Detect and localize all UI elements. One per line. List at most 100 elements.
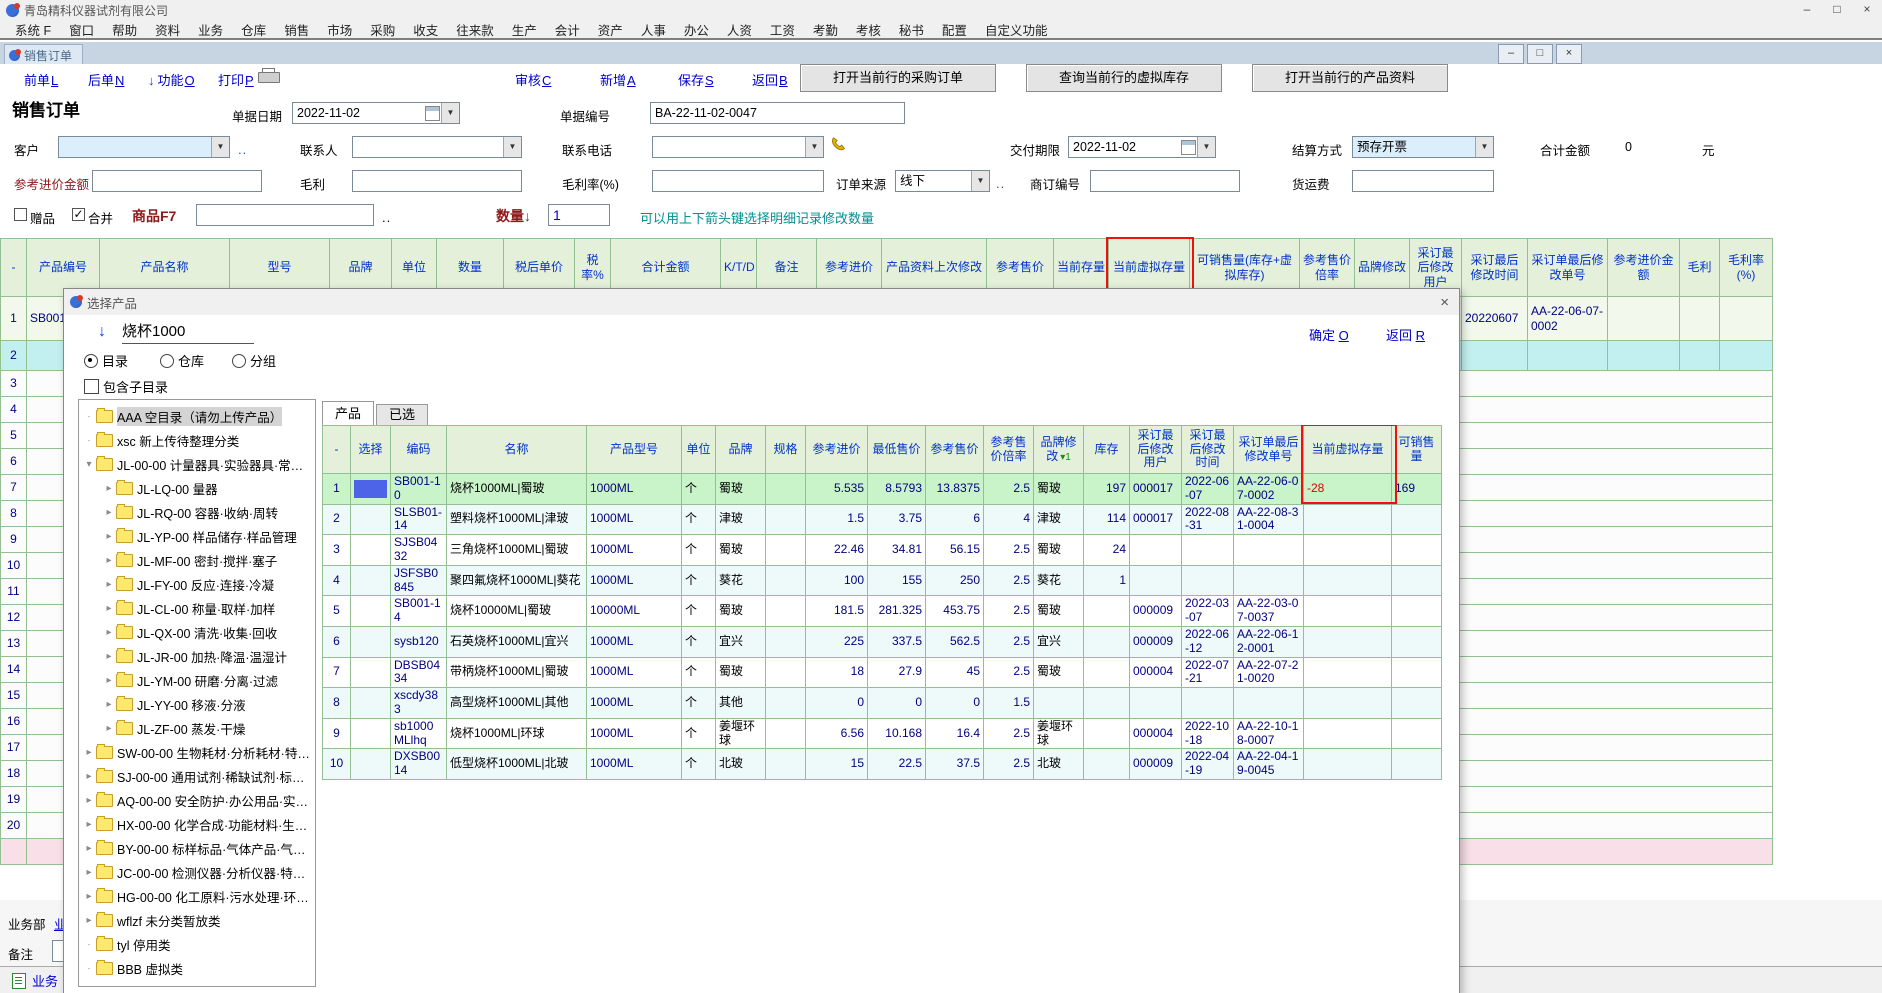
- main-cell[interactable]: [1608, 341, 1680, 371]
- dialog-cell[interactable]: [1182, 535, 1234, 566]
- dialog-cell[interactable]: 1000ML: [587, 688, 682, 719]
- dialog-cell[interactable]: 石英烧杯1000ML|宜兴: [447, 626, 587, 657]
- menu-item[interactable]: 自定义功能: [976, 20, 1057, 39]
- dialog-column-header[interactable]: 品牌修改▾1: [1034, 426, 1084, 474]
- dialog-cell[interactable]: 1000ML: [587, 657, 682, 688]
- expander-icon[interactable]: ▸: [103, 627, 115, 638]
- dialog-cell[interactable]: 2.5: [984, 626, 1034, 657]
- dialog-cell[interactable]: 1000ML: [587, 749, 682, 780]
- dialog-cell[interactable]: 低型烧杯1000ML|北玻: [447, 749, 587, 780]
- tree-item[interactable]: ▸JL-YP-00 样品储存·样品管理: [79, 524, 315, 548]
- dialog-column-header[interactable]: 采订单最后修改单号: [1234, 426, 1304, 474]
- product-search-input[interactable]: [196, 204, 374, 226]
- menu-item[interactable]: 资料: [146, 20, 189, 39]
- dialog-cell[interactable]: 2022-06-07: [1182, 474, 1234, 505]
- chevron-down-icon[interactable]: ▼: [805, 137, 823, 157]
- main-row-number[interactable]: 11: [1, 579, 27, 605]
- dialog-cell[interactable]: [1034, 688, 1084, 719]
- chevron-down-icon[interactable]: ▼: [503, 137, 521, 157]
- toolbar-link-P[interactable]: 打印P: [218, 70, 254, 89]
- dialog-cell[interactable]: [1304, 535, 1392, 566]
- dialog-cell[interactable]: [1392, 596, 1442, 627]
- menu-item[interactable]: 考核: [847, 20, 890, 39]
- chevron-down-icon[interactable]: ▼: [441, 103, 459, 123]
- dialog-cell[interactable]: [1084, 596, 1130, 627]
- main-row-number[interactable]: 4: [1, 397, 27, 423]
- dialog-column-header[interactable]: 参考售价倍率: [984, 426, 1034, 474]
- main-cell[interactable]: 20220607: [1462, 297, 1528, 341]
- dialog-row-number[interactable]: 4: [323, 565, 351, 596]
- dialog-cell[interactable]: 塑料烧杯1000ML|津玻: [447, 504, 587, 535]
- dialog-cell[interactable]: [766, 749, 806, 780]
- dialog-row-number[interactable]: 8: [323, 688, 351, 719]
- dialog-cell[interactable]: 1000ML: [587, 474, 682, 505]
- menu-item[interactable]: 工资: [761, 20, 804, 39]
- select-cell[interactable]: [351, 504, 391, 535]
- dialog-cell[interactable]: 带柄烧杯1000ML|蜀玻: [447, 657, 587, 688]
- dialog-cell[interactable]: 3.75: [868, 504, 926, 535]
- select-cell[interactable]: [351, 535, 391, 566]
- dialog-cell[interactable]: 个: [682, 565, 716, 596]
- menu-item[interactable]: 帮助: [103, 20, 146, 39]
- dialog-cell[interactable]: 葵花: [1034, 565, 1084, 596]
- dialog-cell[interactable]: 蜀玻: [716, 657, 766, 688]
- main-cell[interactable]: [1680, 297, 1720, 341]
- dialog-cell[interactable]: -28: [1304, 474, 1392, 505]
- dialog-cell[interactable]: 34.81: [868, 535, 926, 566]
- dialog-cell[interactable]: [1084, 718, 1130, 749]
- main-cell[interactable]: [1720, 341, 1773, 371]
- dialog-cell[interactable]: [1084, 749, 1130, 780]
- dialog-cell[interactable]: AA-22-08-31-0004: [1234, 504, 1304, 535]
- mdi-close-icon[interactable]: ×: [1556, 44, 1582, 64]
- dialog-cell[interactable]: 蜀玻: [1034, 474, 1084, 505]
- menu-item[interactable]: 配置: [933, 20, 976, 39]
- dialog-tab-1[interactable]: 产品: [322, 401, 374, 425]
- dialog-tab-2[interactable]: 已选: [376, 404, 428, 425]
- menu-item[interactable]: 考勤: [804, 20, 847, 39]
- dialog-cell[interactable]: 三角烧杯1000ML|蜀玻: [447, 535, 587, 566]
- dialog-cell[interactable]: 18: [806, 657, 868, 688]
- dialog-cell[interactable]: 1000ML: [587, 565, 682, 596]
- toolbar-link-S[interactable]: 保存S: [678, 70, 714, 89]
- ref-cost-input[interactable]: [92, 170, 262, 192]
- dialog-cell[interactable]: SLSB01-14: [391, 504, 447, 535]
- expander-icon[interactable]: ▸: [83, 819, 95, 830]
- dialog-cell[interactable]: [1304, 596, 1392, 627]
- expander-icon[interactable]: ▸: [83, 747, 95, 758]
- main-column-header[interactable]: 毛利率(%): [1720, 239, 1773, 297]
- menu-item[interactable]: 系统 F: [6, 20, 60, 39]
- dialog-cell[interactable]: 1000ML: [587, 535, 682, 566]
- row-action-button[interactable]: 打开当前行的采购订单: [800, 64, 996, 92]
- dialog-cell[interactable]: 22.46: [806, 535, 868, 566]
- dialog-cell[interactable]: [1304, 657, 1392, 688]
- dialog-cell[interactable]: 225: [806, 626, 868, 657]
- dialog-cell[interactable]: 10.168: [868, 718, 926, 749]
- dialog-cell[interactable]: 1000ML: [587, 626, 682, 657]
- dialog-cell[interactable]: 000009: [1130, 596, 1182, 627]
- main-row-number[interactable]: 18: [1, 761, 27, 787]
- dialog-cell[interactable]: 45: [926, 657, 984, 688]
- dialog-cell[interactable]: [1130, 535, 1182, 566]
- dialog-column-header[interactable]: -: [323, 426, 351, 474]
- dialog-cell[interactable]: 个: [682, 474, 716, 505]
- menu-item[interactable]: 收支: [404, 20, 447, 39]
- dialog-cell[interactable]: 453.75: [926, 596, 984, 627]
- menu-item[interactable]: 窗口: [60, 20, 103, 39]
- dialog-cell[interactable]: [1304, 504, 1392, 535]
- main-column-header[interactable]: 采订单最后修改单号: [1528, 239, 1608, 297]
- dialog-cell[interactable]: 4: [984, 504, 1034, 535]
- menu-item[interactable]: 生产: [503, 20, 546, 39]
- expander-icon[interactable]: ▸: [103, 555, 115, 566]
- dialog-cell[interactable]: 2022-08-31: [1182, 504, 1234, 535]
- chevron-down-icon[interactable]: ▼: [971, 171, 989, 191]
- dialog-cell[interactable]: 个: [682, 596, 716, 627]
- dialog-cell[interactable]: 2.5: [984, 749, 1034, 780]
- filter-radio-3[interactable]: 分组: [232, 351, 276, 370]
- dialog-column-header[interactable]: 采订最后修改用户: [1130, 426, 1182, 474]
- dialog-cell[interactable]: 2022-03-07: [1182, 596, 1234, 627]
- dialog-cell[interactable]: [1182, 688, 1234, 719]
- dialog-cell[interactable]: 155: [868, 565, 926, 596]
- dialog-cell[interactable]: [766, 474, 806, 505]
- bottom-tab-business[interactable]: 业务: [32, 971, 58, 990]
- dialog-cell[interactable]: 2.5: [984, 535, 1034, 566]
